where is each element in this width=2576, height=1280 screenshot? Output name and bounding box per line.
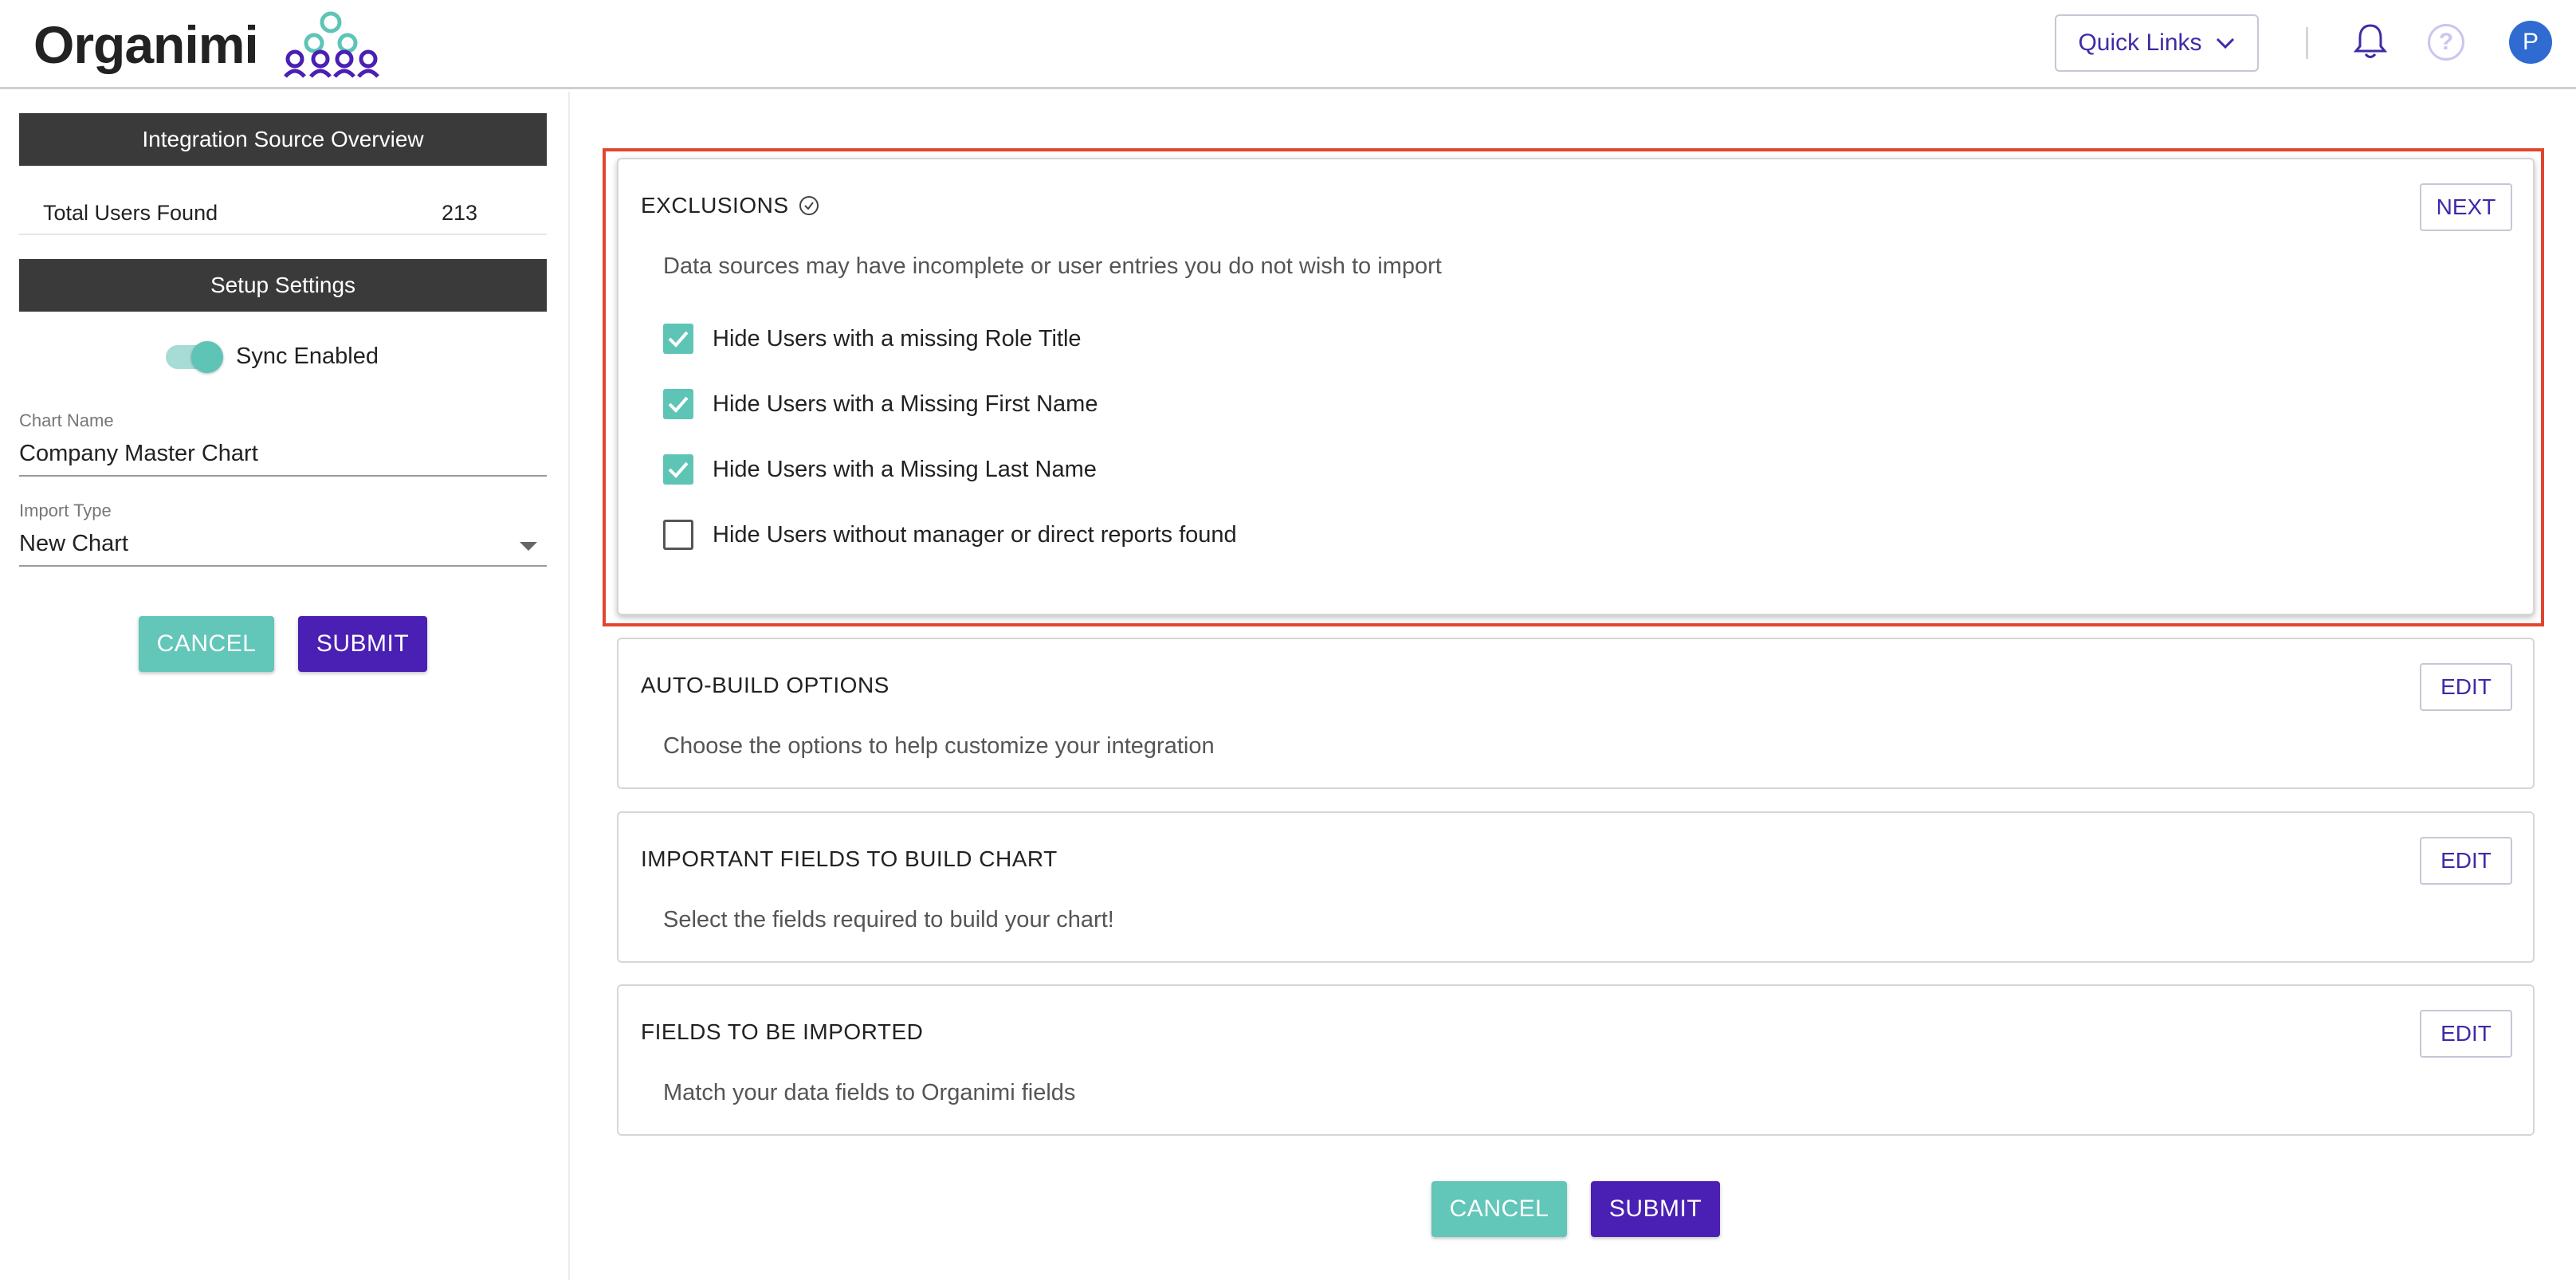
check-circle-icon <box>799 196 819 215</box>
important-fields-description: Select the fields required to build your… <box>663 907 1114 933</box>
exclusions-description: Data sources may have incomplete or user… <box>663 253 1442 279</box>
important-fields-title: IMPORTANT FIELDS TO BUILD CHART <box>641 846 1058 871</box>
chart-name-input[interactable]: Company Master Chart <box>19 441 547 475</box>
main-submit-button[interactable]: SUBMIT <box>1591 1181 1720 1237</box>
auto-build-options-card: AUTO-BUILD OPTIONS EDIT Choose the optio… <box>617 638 2535 789</box>
import-type-value: New Chart <box>19 531 128 556</box>
chart-name-field[interactable]: Chart Name Company Master Chart <box>19 410 547 477</box>
sidebar-cancel-button[interactable]: CANCEL <box>139 616 274 672</box>
auto-build-title: AUTO-BUILD OPTIONS <box>641 673 889 697</box>
checkbox-checked[interactable] <box>663 454 693 485</box>
checkbox-unchecked[interactable] <box>663 520 693 550</box>
exclusions-card: EXCLUSIONS NEXT Data sources may have in… <box>617 158 2535 615</box>
help-icon[interactable]: ? <box>2428 24 2464 61</box>
exclusions-title: EXCLUSIONS <box>641 193 789 218</box>
chevron-down-icon <box>2216 37 2234 49</box>
total-users-value: 213 <box>442 200 478 225</box>
fields-to-import-card: FIELDS TO BE IMPORTED EDIT Match your da… <box>617 984 2535 1136</box>
exclusions-next-button[interactable]: NEXT <box>2420 183 2512 231</box>
option-label: Hide Users with a Missing First Name <box>713 391 1098 417</box>
sync-label: Sync Enabled <box>236 344 379 369</box>
logo-text: Organimi <box>33 15 259 74</box>
header-divider <box>2306 27 2308 59</box>
fields-imported-description: Match your data fields to Organimi field… <box>663 1080 1076 1105</box>
exclusion-option[interactable]: Hide Users with a missing Role Title <box>663 324 1082 354</box>
import-type-label: Import Type <box>19 501 112 520</box>
integration-overview-header: Integration Source Overview <box>19 113 547 166</box>
checkbox-checked[interactable] <box>663 324 693 354</box>
important-fields-edit-button[interactable]: EDIT <box>2420 837 2512 885</box>
total-users-label: Total Users Found <box>43 200 218 225</box>
checkmark-icon <box>668 461 689 478</box>
exclusions-title-row: EXCLUSIONS <box>641 193 819 218</box>
org-chart-logo-icon <box>283 11 379 78</box>
exclusion-option[interactable]: Hide Users without manager or direct rep… <box>663 520 1237 550</box>
dropdown-arrow-icon <box>520 542 537 551</box>
notification-bell-icon[interactable] <box>2353 22 2388 61</box>
main-cancel-button[interactable]: CANCEL <box>1431 1181 1567 1237</box>
total-users-row: Total Users Found 213 <box>19 192 547 235</box>
important-fields-card: IMPORTANT FIELDS TO BUILD CHART EDIT Sel… <box>617 811 2535 963</box>
sidebar-submit-button[interactable]: SUBMIT <box>298 616 427 672</box>
sync-toggle-row: Sync Enabled <box>166 340 379 373</box>
exclusion-option[interactable]: Hide Users with a Missing Last Name <box>663 454 1097 485</box>
checkmark-icon <box>668 331 689 347</box>
toggle-knob <box>191 340 223 373</box>
user-avatar[interactable]: P <box>2509 21 2552 64</box>
option-label: Hide Users with a Missing Last Name <box>713 456 1097 482</box>
sync-toggle[interactable] <box>166 340 223 373</box>
quick-links-dropdown[interactable]: Quick Links <box>2055 14 2259 72</box>
top-header: Organimi Quick Links ? P <box>0 0 2576 89</box>
auto-build-edit-button[interactable]: EDIT <box>2420 663 2512 711</box>
option-label: Hide Users without manager or direct rep… <box>713 521 1237 548</box>
fields-imported-edit-button[interactable]: EDIT <box>2420 1010 2512 1058</box>
fields-imported-title: FIELDS TO BE IMPORTED <box>641 1019 924 1044</box>
chart-name-label: Chart Name <box>19 410 114 430</box>
exclusion-option[interactable]: Hide Users with a Missing First Name <box>663 389 1098 419</box>
settings-sidebar: Integration Source Overview Total Users … <box>0 92 570 1280</box>
quick-links-label: Quick Links <box>2078 29 2202 56</box>
setup-settings-header: Setup Settings <box>19 259 547 312</box>
import-type-select[interactable]: Import Type New Chart <box>19 501 547 567</box>
auto-build-description: Choose the options to help customize you… <box>663 733 1215 759</box>
checkbox-checked[interactable] <box>663 389 693 419</box>
organimi-logo[interactable]: Organimi <box>33 11 383 78</box>
checkmark-icon <box>668 396 689 413</box>
option-label: Hide Users with a missing Role Title <box>713 325 1082 351</box>
